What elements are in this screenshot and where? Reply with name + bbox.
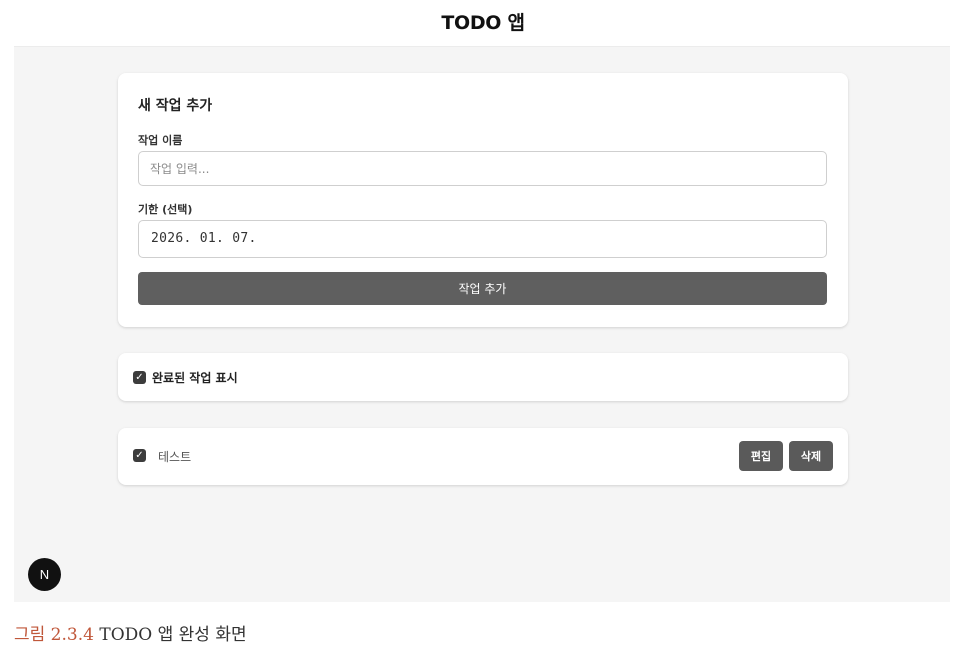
figure-caption: 그림 2.3.4 TODO 앱 완성 화면: [14, 620, 247, 645]
edit-button[interactable]: 편집: [739, 441, 783, 471]
app-title: TODO 앱: [441, 12, 525, 34]
app-area: 새 작업 추가 작업 이름 기한 (선택) 2026. 01. 07. 작업 추…: [14, 46, 950, 602]
task-name-label: 작업 이름: [138, 134, 183, 147]
todo-item: ✓ 테스트 편집 삭제: [118, 428, 848, 485]
figure-number: 그림 2.3.4: [14, 625, 94, 645]
todo-complete-checkbox[interactable]: ✓: [133, 449, 146, 462]
show-completed-label: 완료된 작업 표시: [152, 371, 238, 385]
due-date-input[interactable]: 2026. 01. 07.: [138, 220, 827, 258]
todo-text: 테스트: [158, 450, 192, 464]
show-completed-checkbox[interactable]: ✓: [133, 371, 146, 384]
add-task-button[interactable]: 작업 추가: [138, 272, 827, 305]
add-task-form: 새 작업 추가 작업 이름 기한 (선택) 2026. 01. 07. 작업 추…: [118, 73, 848, 327]
due-date-label: 기한 (선택): [138, 203, 193, 216]
nextjs-dev-badge[interactable]: N: [28, 558, 61, 591]
task-name-input[interactable]: [138, 151, 827, 186]
filter-panel: ✓ 완료된 작업 표시: [118, 353, 848, 401]
delete-button[interactable]: 삭제: [789, 441, 833, 471]
form-heading: 새 작업 추가: [138, 98, 213, 114]
figure-caption-text: TODO 앱 완성 화면: [93, 625, 247, 645]
